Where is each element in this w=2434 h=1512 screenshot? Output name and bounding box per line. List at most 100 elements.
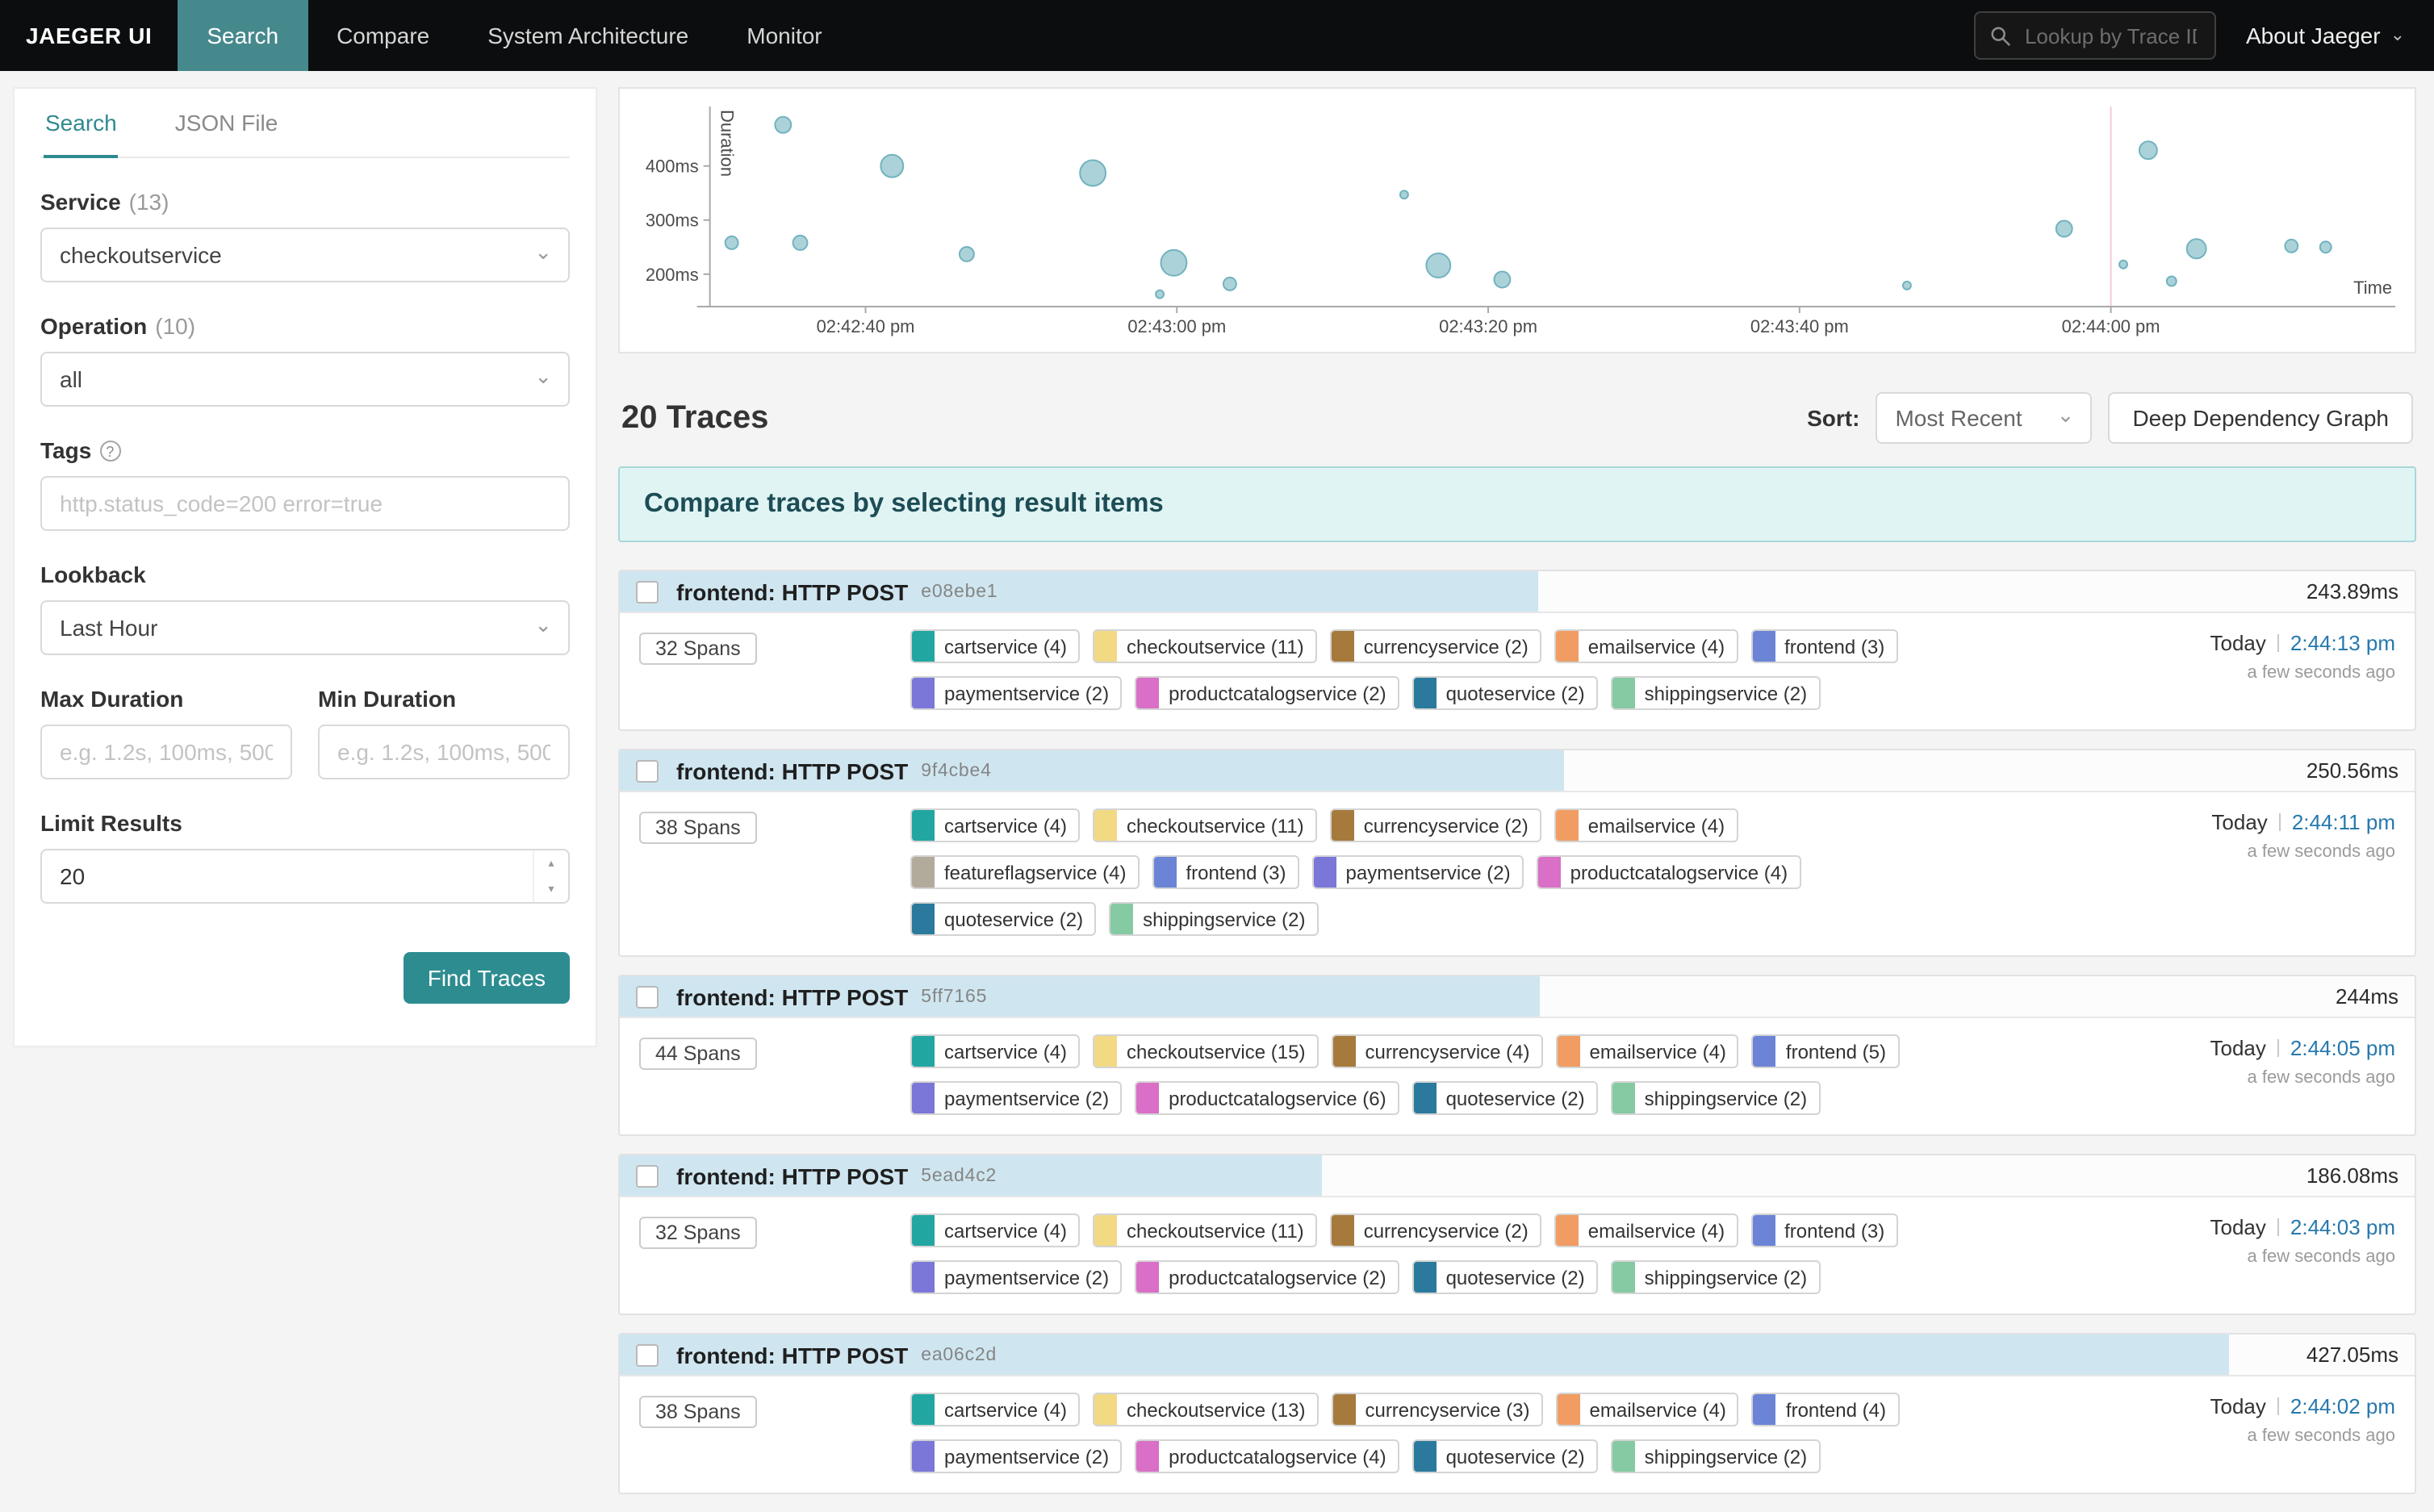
trace-card-header[interactable]: frontend: HTTP POST 5ff7165 244ms (620, 976, 2415, 1018)
trace-result-card: frontend: HTTP POST 5ff7165 244ms 44 Spa… (618, 975, 2416, 1136)
trace-card-header[interactable]: frontend: HTTP POST 9f4cbe4 250.56ms (620, 750, 2415, 792)
scatter-point[interactable] (1903, 282, 1911, 290)
scatter-point[interactable] (2056, 220, 2072, 236)
scatter-point[interactable] (1400, 190, 1408, 198)
scatter-point[interactable] (2139, 141, 2157, 159)
service-color-swatch (1332, 808, 1354, 842)
service-tag: currencyservice (2) (1330, 629, 1541, 663)
tags-input[interactable] (40, 476, 570, 531)
service-tag: currencyservice (2) (1330, 1213, 1541, 1247)
service-tag-label: checkoutservice (11) (1127, 814, 1304, 837)
min-duration-input[interactable] (318, 725, 570, 779)
scatter-point[interactable] (2320, 241, 2332, 253)
trace-card-header[interactable]: frontend: HTTP POST ea06c2d 427.05ms (620, 1334, 2415, 1376)
trace-scatter-chart[interactable]: 200ms300ms400ms02:42:40 pm02:43:00 pm02:… (633, 97, 2402, 349)
service-color-swatch (1754, 1393, 1776, 1426)
service-tag: cartservice (4) (910, 1034, 1080, 1068)
trace-duration: 244ms (2336, 984, 2398, 1009)
scatter-point[interactable] (2119, 261, 2127, 269)
chevron-down-icon: ⌄ (2057, 403, 2075, 428)
app-logo[interactable]: JAEGER UI (0, 23, 178, 48)
operation-select[interactable]: all ⌄ (40, 352, 570, 407)
max-duration-input[interactable] (40, 725, 292, 779)
service-select[interactable]: checkoutservice ⌄ (40, 228, 570, 282)
scatter-point[interactable] (1156, 290, 1164, 299)
service-tag-label: paymentservice (2) (944, 1087, 1109, 1109)
service-tag-list: cartservice (4)checkoutservice (15)curre… (910, 1034, 1976, 1115)
deep-dependency-graph-button[interactable]: Deep Dependency Graph (2108, 392, 2413, 444)
service-color-swatch (912, 1213, 935, 1247)
trace-card-header[interactable]: frontend: HTTP POST 5ead4c2 186.08ms (620, 1155, 2415, 1197)
nav-item-compare[interactable]: Compare (307, 0, 458, 71)
service-tag-label: cartservice (4) (944, 814, 1067, 837)
tab-search[interactable]: Search (44, 89, 119, 157)
service-tag: paymentservice (2) (910, 676, 1122, 710)
trace-select-checkbox[interactable] (636, 1164, 659, 1187)
lookback-select[interactable]: Last Hour ⌄ (40, 600, 570, 655)
scatter-point[interactable] (1223, 278, 1236, 290)
service-tag: cartservice (4) (910, 629, 1080, 663)
scatter-point[interactable] (793, 236, 808, 250)
service-tag-label: productcatalogservice (4) (1169, 1445, 1386, 1468)
service-tag: checkoutservice (11) (1093, 1213, 1317, 1247)
service-color-swatch (1332, 1034, 1355, 1068)
trace-select-checkbox[interactable] (636, 759, 659, 782)
scatter-point[interactable] (726, 236, 738, 249)
service-tag: paymentservice (2) (910, 1260, 1122, 1294)
service-color-swatch (1558, 1393, 1580, 1426)
sort-select[interactable]: Most Recent ⌄ (1876, 392, 2092, 444)
trace-select-checkbox[interactable] (636, 985, 659, 1008)
x-tick-label: 02:44:00 pm (2062, 316, 2160, 336)
scatter-point[interactable] (960, 247, 974, 261)
scatter-point[interactable] (1080, 160, 1106, 186)
nav-item-search[interactable]: Search (178, 0, 307, 71)
service-tag: featureflagservice (4) (910, 855, 1139, 889)
x-tick-label: 02:43:40 pm (1750, 316, 1849, 336)
sidebar-tabs: Search JSON File (40, 89, 570, 158)
stepper-up-icon[interactable]: ▴ (534, 850, 568, 876)
tab-json-file[interactable]: JSON File (174, 89, 280, 157)
service-color-swatch (1332, 1393, 1355, 1426)
service-tag-label: productcatalogservice (2) (1169, 682, 1386, 704)
scatter-point[interactable] (880, 155, 903, 178)
nav-item-monitor[interactable]: Monitor (717, 0, 851, 71)
service-tag-label: emailservice (4) (1590, 1398, 1726, 1421)
trace-select-checkbox[interactable] (636, 580, 659, 603)
about-jaeger-menu[interactable]: About Jaeger ⌄ (2246, 23, 2405, 48)
service-tag: currencyservice (3) (1331, 1393, 1542, 1426)
scatter-point[interactable] (1494, 271, 1510, 287)
scatter-point[interactable] (1161, 250, 1186, 276)
trace-relative-time: a few seconds ago (2153, 1068, 2395, 1088)
scatter-point[interactable] (2167, 276, 2177, 286)
trace-lookup-input[interactable] (2022, 22, 2201, 49)
service-tag: productcatalogservice (6) (1135, 1081, 1399, 1115)
service-tag-label: emailservice (4) (1588, 814, 1725, 837)
search-results: 200ms300ms400ms02:42:40 pm02:43:00 pm02:… (618, 87, 2416, 1512)
trace-title: frontend: HTTP POST (676, 1342, 908, 1368)
trace-select-checkbox[interactable] (636, 1343, 659, 1366)
service-tag: shippingservice (2) (1611, 1439, 1820, 1473)
service-tag: checkoutservice (15) (1093, 1034, 1318, 1068)
service-tag: paymentservice (2) (1312, 855, 1524, 889)
trace-card-header[interactable]: frontend: HTTP POST e08ebe1 243.89ms (620, 571, 2415, 613)
scatter-point[interactable] (2285, 240, 2298, 253)
nav-item-system-architecture[interactable]: System Architecture (458, 0, 717, 71)
help-icon[interactable]: ? (99, 440, 120, 461)
about-jaeger-label: About Jaeger (2246, 23, 2381, 48)
service-tag: currencyservice (2) (1330, 808, 1541, 842)
limit-results-label: Limit Results (40, 810, 570, 836)
service-tag-label: quoteservice (2) (1446, 1445, 1585, 1468)
service-color-swatch (1612, 1260, 1635, 1294)
stepper-down-icon[interactable]: ▾ (534, 876, 568, 902)
scatter-point[interactable] (775, 117, 791, 133)
service-tag: frontend (3) (1152, 855, 1299, 889)
scatter-point[interactable] (1426, 253, 1450, 278)
nav-menu: Search Compare System Architecture Monit… (178, 0, 851, 71)
divider (2279, 813, 2281, 831)
scatter-point[interactable] (2187, 239, 2206, 258)
trace-timestamp: Today 2:44:13 pm a few seconds ago (2153, 629, 2395, 683)
limit-results-input[interactable] (40, 849, 570, 904)
find-traces-button[interactable]: Find Traces (404, 952, 570, 1004)
trace-result-card: frontend: HTTP POST e08ebe1 243.89ms 32 … (618, 570, 2416, 731)
x-axis-label: Time (2353, 278, 2392, 298)
